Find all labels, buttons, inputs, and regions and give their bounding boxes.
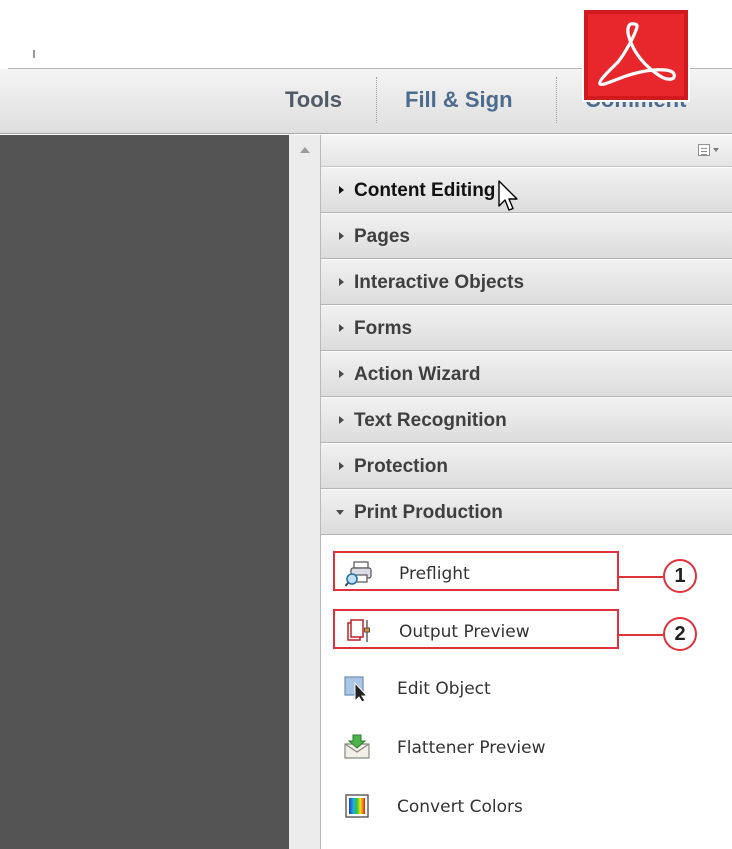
expand-caret-icon [339,462,344,470]
section-label: Forms [354,318,413,339]
scroll-up-arrow-icon[interactable] [300,147,310,153]
tool-flattener-preview[interactable]: Flattener Preview [333,727,619,767]
section-label: Text Recognition [354,410,507,431]
section-interactive-objects[interactable]: Interactive Objects [321,259,732,305]
document-area [0,135,289,849]
section-label: Protection [354,456,448,477]
ruler-tick [33,50,35,58]
section-label: Interactive Objects [354,272,525,293]
panel-header [321,135,732,167]
mouse-cursor-icon [498,180,518,211]
expand-caret-icon [339,370,344,378]
tool-label: Output Preview [399,622,530,642]
tool-label: Edit Object [397,679,491,699]
convert-colors-icon [343,792,371,820]
tool-edit-object[interactable]: Edit Object [333,668,619,708]
section-forms[interactable]: Forms [321,305,732,351]
tool-convert-colors[interactable]: Convert Colors [333,786,619,826]
tool-label: Preflight [399,564,470,584]
tab-tools[interactable]: Tools [285,87,342,113]
tool-preflight[interactable]: Preflight [333,551,619,591]
section-label: Pages [354,226,410,247]
edit-object-icon [343,674,371,703]
tab-separator [376,77,377,123]
expand-caret-icon [339,416,344,424]
section-pages[interactable]: Pages [321,213,732,259]
preflight-icon [344,559,373,587]
output-preview-icon [345,617,373,645]
callout-badge: 1 [663,559,697,593]
tab-separator [556,77,557,123]
adobe-acrobat-logo-icon [584,10,688,100]
expand-caret-icon [339,324,344,332]
collapse-caret-icon [336,510,344,515]
section-label: Content Editing [354,180,496,201]
section-text-recognition[interactable]: Text Recognition [321,397,732,443]
callout-leader [619,634,663,636]
panel-options-icon[interactable] [698,144,720,158]
tool-label: Flattener Preview [397,738,546,758]
section-print-production[interactable]: Print Production [321,489,732,535]
section-label: Print Production [354,502,503,523]
section-protection[interactable]: Protection [321,443,732,489]
flattener-preview-icon [343,733,371,761]
section-content-editing[interactable]: Content Editing [321,167,732,213]
tool-output-preview[interactable]: Output Preview [333,609,619,649]
section-action-wizard[interactable]: Action Wizard [321,351,732,397]
tools-panel: Content Editing Pages Interactive Object… [321,135,732,849]
scrollbar[interactable] [289,135,321,849]
tab-fill-sign[interactable]: Fill & Sign [405,87,513,113]
tool-label: Convert Colors [397,797,523,817]
expand-caret-icon [339,278,344,286]
expand-caret-icon [339,232,344,240]
section-label: Action Wizard [354,364,481,385]
callout-badge: 2 [663,617,697,651]
expand-caret-icon [339,186,344,194]
callout-leader [619,576,663,578]
